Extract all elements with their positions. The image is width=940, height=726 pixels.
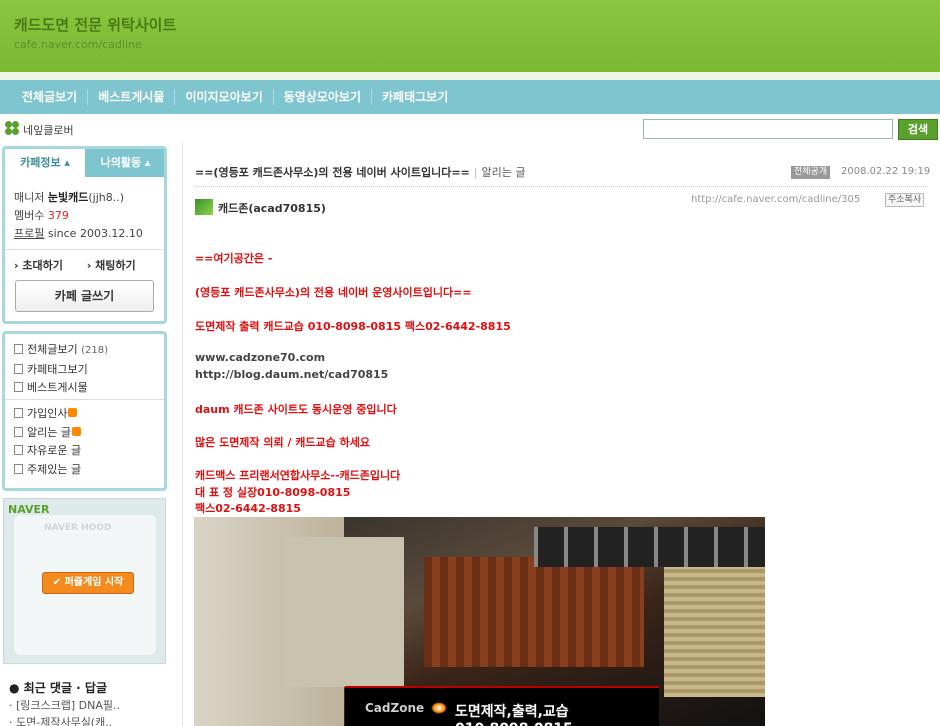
naver-logo: NAVER — [8, 503, 50, 516]
post-body-link[interactable]: http://blog.daum.net/cad70815 — [195, 368, 388, 381]
menu-group-1: 전체글보기 (218) 카페태그보기 베스트게시물 — [14, 341, 108, 398]
menu-tags[interactable]: 카페태그보기 — [14, 361, 108, 380]
post-author[interactable]: 캐드존(acad70815) — [218, 200, 326, 216]
puzzle-game-widget: NAVER NAVER HOOD ✔ 퍼즐게임 시작 — [3, 498, 166, 664]
search-input[interactable] — [643, 119, 893, 139]
invite-link[interactable]: › 초대하기 — [14, 259, 73, 272]
nav-all-posts[interactable]: 전체글보기 — [12, 89, 89, 105]
menu-all-posts[interactable]: 전체글보기 (218) — [14, 341, 108, 361]
cafe-url[interactable]: cafe.naver.com/cadline — [14, 38, 142, 51]
menu-topic-posts[interactable]: 주제있는 글 — [14, 461, 81, 480]
divider — [5, 399, 164, 400]
copy-url-button[interactable]: 주소복사 — [885, 193, 925, 207]
post-body-line: 대 표 정 실장010-8098-0815 — [195, 486, 351, 499]
search-button[interactable]: 검색 — [898, 119, 938, 140]
board-menu-box: 전체글보기 (218) 카페태그보기 베스트게시물 가입인사 알리는 글 자유로… — [2, 331, 167, 491]
new-badge-icon — [68, 408, 78, 417]
banner-text: 도면제작,출력,교습 010.8098.0815 — [455, 704, 573, 726]
puzzle-start-button[interactable]: ✔ 퍼즐게임 시작 — [42, 572, 134, 594]
post-body-line: (영등포 캐드존사무소)의 전용 네이버 운영사이트입니다== — [195, 286, 472, 299]
write-post-button[interactable]: 카페 글쓰기 — [15, 280, 154, 312]
manager-label: 매니저 — [14, 191, 45, 204]
cafe-info: 매니저 눈빛캐드(jjh8..) 멤버수 379 프로필 since 2003.… — [14, 189, 143, 243]
board-icon — [14, 344, 23, 354]
board-icon — [14, 463, 23, 474]
divider — [195, 186, 928, 187]
post-body-line: www.cadzone70.com — [195, 351, 326, 364]
content-divider — [182, 142, 183, 726]
post-title[interactable]: ==(영등포 캐드존사무소)의 전용 네이버 사이트입니다== — [195, 166, 470, 179]
post-url[interactable]: http://cafe.naver.com/cadline/305 — [691, 194, 860, 205]
cafe-info-box: 카페정보 ▴ 나의활동 ▴ 매니저 눈빛캐드(jjh8..) 멤버수 379 프… — [2, 146, 167, 324]
tab-cafe-info[interactable]: 카페정보 ▴ — [5, 149, 85, 177]
recent-comments: ● 최근 댓글 · 답글 · [링크스크랩] DNA필.. · 도면-제작사무실… — [9, 680, 120, 726]
divider — [5, 249, 164, 250]
cafe-title[interactable]: 캐드도면 전문 위탁사이트 — [14, 14, 176, 35]
post-body-line: ==여기공간은 - — [195, 252, 273, 265]
public-badge: 전체공개 — [791, 166, 831, 179]
since-date: since 2003.12.10 — [47, 227, 143, 240]
top-nav: 전체글보기 베스트게시물 이미지모아보기 동영상모아보기 카페태그보기 — [0, 80, 940, 114]
nav-images[interactable]: 이미지모아보기 — [175, 89, 274, 105]
profile-link[interactable]: 프로필 — [14, 227, 44, 240]
post-body-line: 많은 도면제작 의뢰 / 캐드교습 하세요 — [195, 436, 370, 449]
post-body-line: 캐드맥스 프리랜서연합사무소--캐드존입니다 — [195, 469, 401, 482]
recent-comments-title: ● 최근 댓글 · 답글 — [9, 681, 107, 695]
post-body-line: 팩스02-6442-8815 — [195, 502, 301, 515]
chat-link[interactable]: › 채팅하기 — [87, 259, 146, 272]
menu-notices[interactable]: 알리는 글 — [14, 424, 81, 443]
post-date: 2008.02.22 19:19 — [841, 166, 931, 177]
clover-label[interactable]: 네잎클로버 — [23, 122, 74, 138]
tab-my-activity[interactable]: 나의활동 ▴ — [87, 149, 164, 177]
post-body-line: daum 캐드존 사이트도 동시운영 중입니다 — [195, 403, 397, 416]
menu-free-posts[interactable]: 자유로운 글 — [14, 442, 81, 461]
header-divider — [0, 72, 940, 80]
manager-id: (jjh8..) — [88, 191, 125, 204]
recent-comment-item[interactable]: · 도면-제작사무실(캐.. — [9, 714, 120, 726]
board-icon — [14, 426, 23, 437]
board-icon — [14, 408, 23, 418]
recent-comment-item[interactable]: · [링크스크랩] DNA필.. — [9, 697, 120, 714]
cafe-level-icon — [195, 199, 213, 215]
cad-render-image: CadZone 도면제작,출력,교습 010.8098.0815 — [194, 517, 765, 726]
cad-banner: CadZone 도면제작,출력,교습 010.8098.0815 — [345, 686, 659, 726]
nav-tags[interactable]: 카페태그보기 — [372, 89, 458, 105]
puzzle-faint-text: NAVER HOOD — [44, 523, 112, 533]
glow-icon — [431, 702, 447, 714]
cafe-header: 캐드도면 전문 위탁사이트 cafe.naver.com/cadline — [0, 0, 940, 72]
tag-icon — [14, 363, 23, 374]
menu-best[interactable]: 베스트게시물 — [14, 379, 108, 398]
clover-icon — [5, 121, 19, 135]
new-badge-icon — [71, 426, 81, 436]
cadzone-logo: CadZone — [365, 701, 425, 715]
menu-join-greetings[interactable]: 가입인사 — [14, 405, 81, 424]
nav-best-posts[interactable]: 베스트게시물 — [88, 89, 176, 105]
members-label: 멤버수 — [14, 209, 45, 222]
action-links: › 초대하기 › 채팅하기 — [14, 257, 156, 273]
board-icon — [14, 382, 23, 392]
nav-videos[interactable]: 동영상모아보기 — [274, 89, 373, 105]
menu-group-2: 가입인사 알리는 글 자유로운 글 주제있는 글 — [14, 405, 81, 479]
manager-name[interactable]: 눈빛캐드 — [48, 191, 88, 204]
post-title-row: ==(영등포 캐드존사무소)의 전용 네이버 사이트입니다== | 알리는 글 — [195, 166, 526, 179]
sidebar-tabs: 카페정보 ▴ 나의활동 ▴ — [5, 149, 164, 177]
post-category[interactable]: 알리는 글 — [481, 166, 525, 179]
members-count[interactable]: 379 — [48, 209, 69, 222]
post-body-line: 도면제작 출력 캐드교습 010-8098-0815 팩스02-6442-881… — [195, 320, 511, 333]
board-icon — [14, 445, 23, 455]
